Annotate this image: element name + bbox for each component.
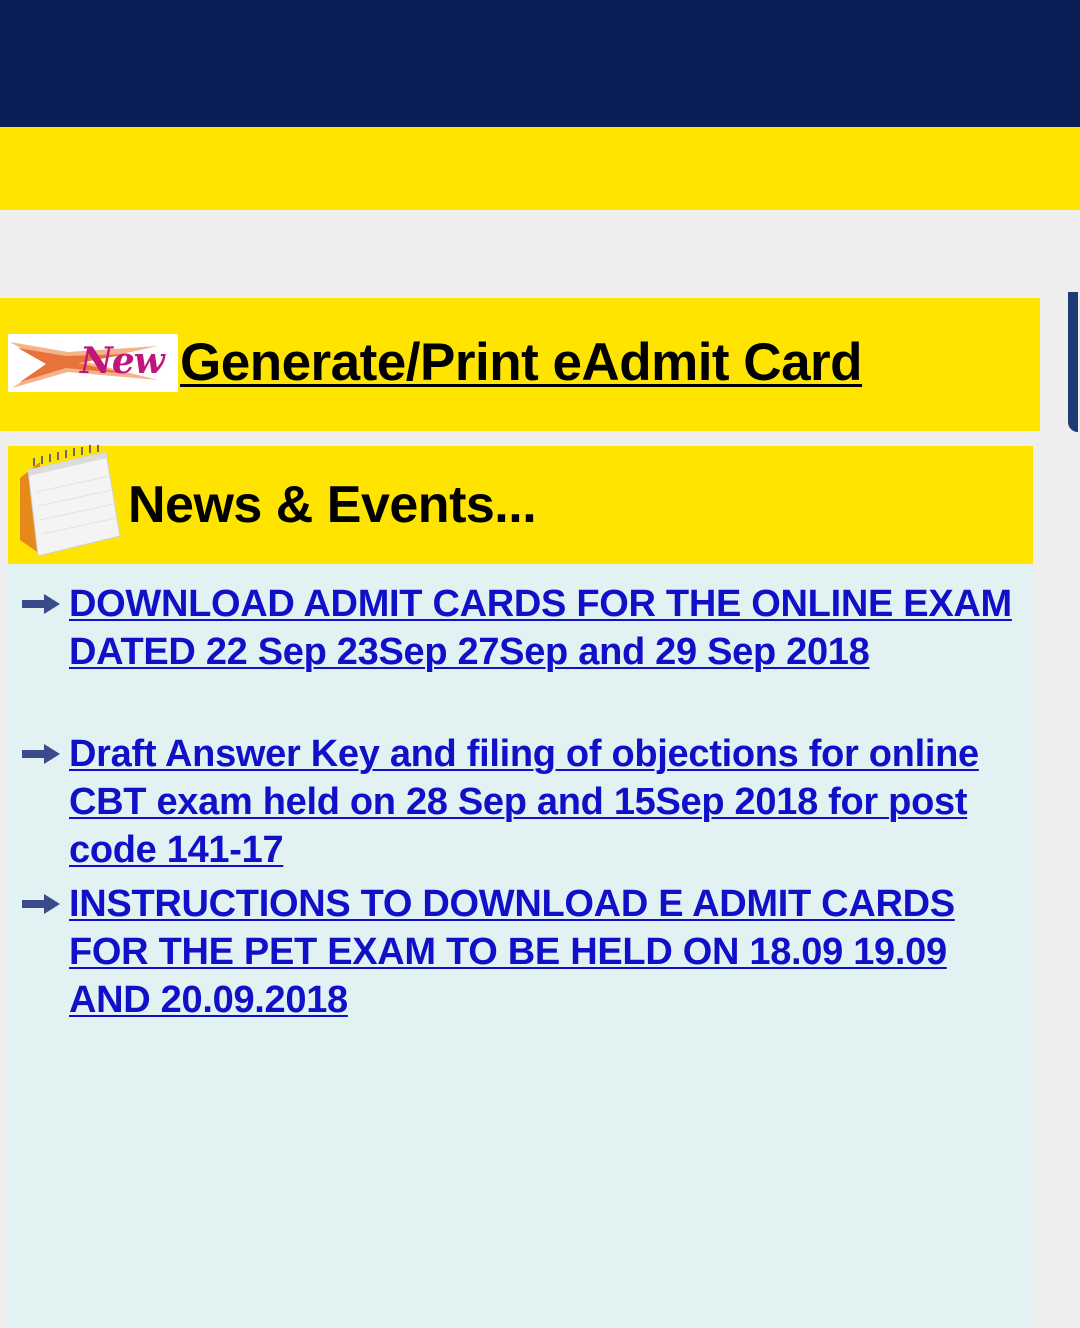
news-events-title: News & Events...: [128, 476, 537, 534]
news-item-link[interactable]: DOWNLOAD ADMIT CARDS FOR THE ONLINE EXAM…: [69, 580, 1019, 676]
page-background: [0, 210, 1080, 298]
header-yellow-band: [0, 127, 1080, 210]
news-item-link[interactable]: Draft Answer Key and filing of objection…: [69, 730, 1019, 874]
arrow-right-icon: [22, 894, 60, 914]
new-badge-label: New: [80, 340, 165, 382]
right-edge-decoration: [1066, 292, 1080, 432]
notepad-icon: [14, 444, 126, 562]
arrow-right-icon: [22, 594, 60, 614]
news-item-link[interactable]: INSTRUCTIONS TO DOWNLOAD E ADMIT CARDS F…: [69, 880, 1019, 1024]
new-badge-icon: New: [8, 334, 178, 392]
site-header-bar: [0, 0, 1080, 127]
arrow-right-icon: [22, 744, 60, 764]
generate-admit-card-link[interactable]: Generate/Print eAdmit Card: [180, 332, 863, 393]
